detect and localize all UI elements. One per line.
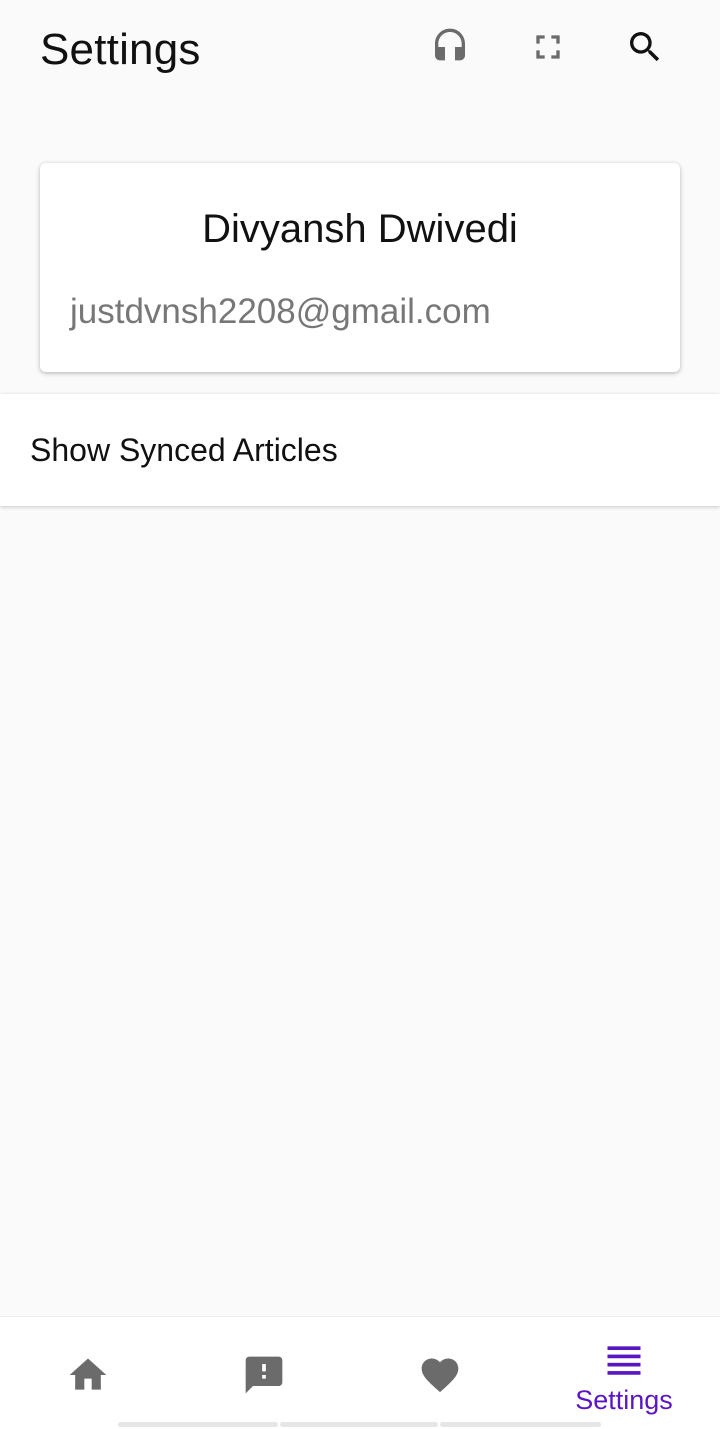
profile-email: justdvnsh2208@gmail.com [70, 292, 491, 331]
headphones-icon [435, 28, 465, 61]
nav-item-home[interactable] [0, 1317, 176, 1429]
nav-item-feedback[interactable] [176, 1317, 352, 1429]
nav-item-settings[interactable]: Settings [536, 1317, 712, 1429]
page-title: Settings [40, 25, 201, 74]
headphones-button[interactable] [425, 22, 475, 72]
show-synced-articles-item[interactable]: Show Synced Articles [0, 394, 720, 506]
nav-label-settings: Settings [575, 1385, 673, 1415]
menu-icon [602, 1339, 646, 1383]
settings-item-label: Show Synced Articles [30, 432, 338, 468]
profile-name: Divyansh Dwivedi [202, 207, 518, 251]
fullscreen-button[interactable] [523, 22, 573, 72]
heart-icon [418, 1353, 462, 1397]
search-icon [630, 32, 660, 62]
profile-card: Divyansh Dwivedi justdvnsh2208@gmail.com [40, 163, 680, 372]
nav-indicator-segment [440, 1422, 601, 1427]
top-app-bar: Settings [0, 0, 720, 100]
bottom-navigation: Settings [0, 1316, 720, 1429]
fullscreen-icon [536, 35, 560, 59]
nav-indicator-segment [280, 1422, 438, 1427]
nav-indicator-segment [118, 1422, 278, 1427]
home-icon [66, 1353, 110, 1397]
search-button[interactable] [620, 22, 670, 72]
app-root: Settings Divyansh Dwivedi justdvnsh2208@… [0, 0, 720, 1429]
nav-item-favorites[interactable] [352, 1317, 528, 1429]
feedback-icon [242, 1353, 286, 1397]
